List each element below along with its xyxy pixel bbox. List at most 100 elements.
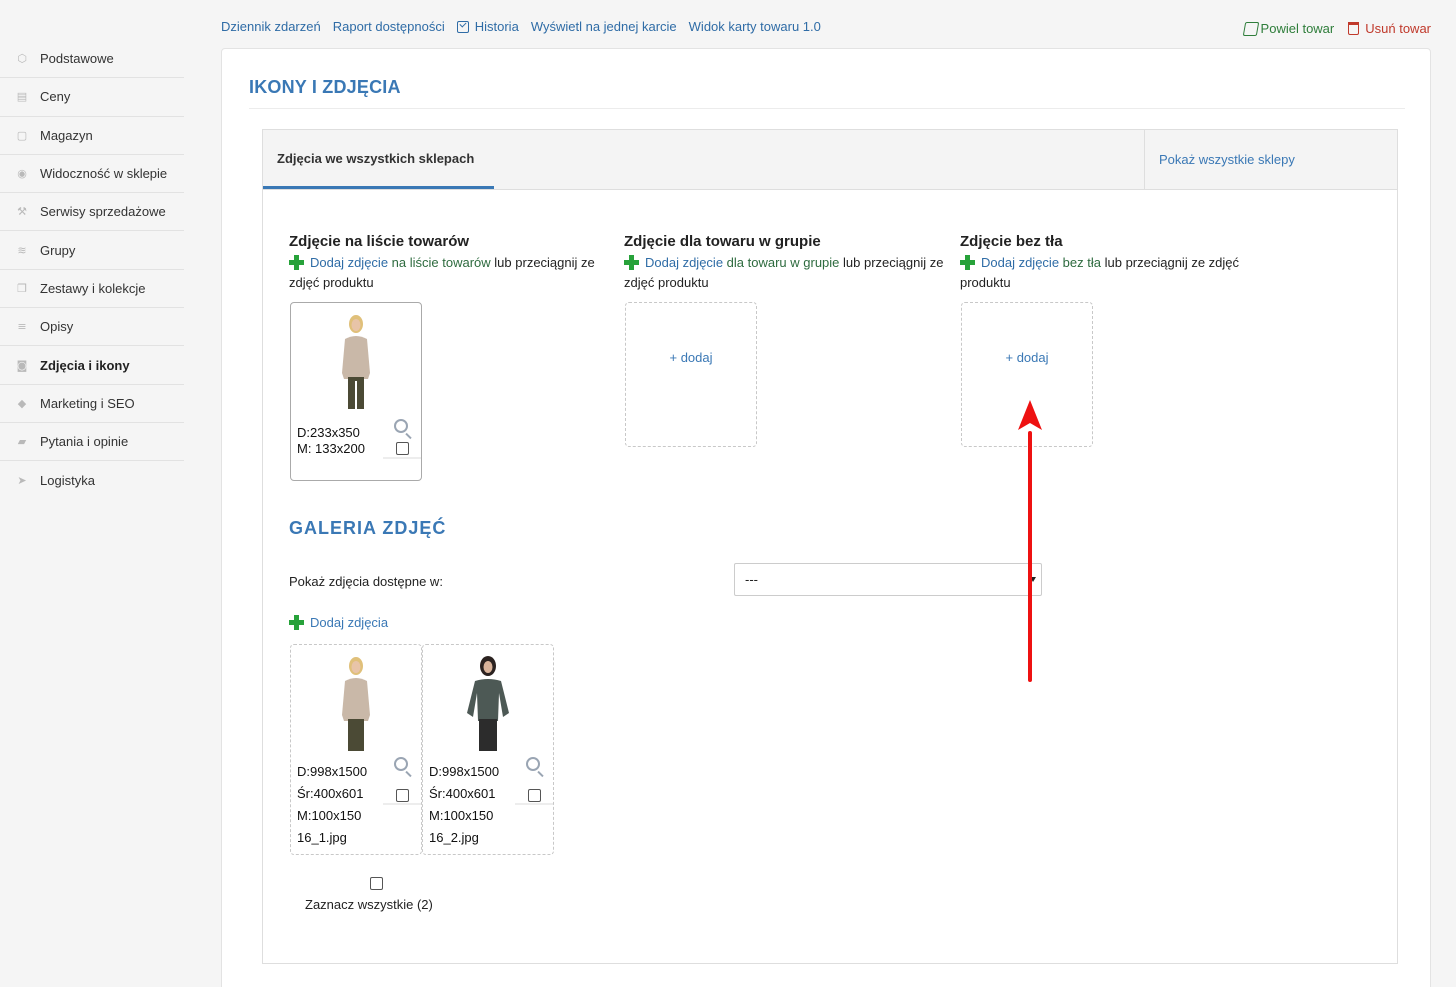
- gallery-dims-m: M:100x150: [429, 808, 494, 823]
- availability-report-link[interactable]: Raport dostępności: [333, 19, 445, 34]
- checkbox-underline: [383, 803, 421, 805]
- gallery-photo-1[interactable]: [336, 653, 376, 753]
- list-photo-column: Zdjęcie na liście towarów Dodaj zdjęcie …: [289, 233, 609, 293]
- add-photos-label: Dodaj zdjęcia: [310, 615, 389, 630]
- single-card-link[interactable]: Wyświetl na jednej karcie: [531, 19, 677, 34]
- trash-icon: [1348, 22, 1360, 35]
- duplicate-product-button[interactable]: Powiel towar: [1242, 21, 1335, 36]
- list-photo-title: Zdjęcie na liście towarów: [289, 233, 470, 250]
- zoom-icon[interactable]: [526, 757, 540, 771]
- copy-icon: [1242, 21, 1259, 36]
- list-photo-target: na liście towarów: [391, 255, 491, 270]
- eye-icon: ◉: [17, 167, 27, 181]
- sidebar-item-label: Opisy: [40, 319, 74, 335]
- sidebar-item-ceny[interactable]: ▤ Ceny: [0, 78, 184, 117]
- plus-icon: [624, 255, 639, 270]
- no-bg-photo-description: Dodaj zdjęcie bez tła lub przeciągnij ze…: [960, 253, 1280, 293]
- history-link[interactable]: Historia: [456, 19, 519, 34]
- sidebar-item-marketing[interactable]: ◆ Marketing i SEO: [0, 385, 184, 423]
- sidebar-item-pytania[interactable]: ▰ Pytania i opinie: [0, 423, 184, 462]
- sidebar-item-widocznosc[interactable]: ◉ Widoczność w sklepie: [0, 155, 184, 194]
- select-all-checkbox[interactable]: [370, 877, 383, 890]
- sidebar-item-label: Pytania i opinie: [40, 434, 129, 450]
- paper-plane-icon: ➤: [17, 473, 27, 487]
- product-photo-1[interactable]: [336, 311, 376, 411]
- checkbox-underline: [515, 803, 553, 805]
- edit-icon: [456, 20, 469, 33]
- sidebar-item-label: Logistyka: [40, 472, 95, 488]
- gallery-filename: 16_2.jpg: [429, 830, 479, 845]
- group-photo-column: Zdjęcie dla towaru w grupie Dodaj zdjęci…: [624, 233, 944, 293]
- zoom-icon[interactable]: [394, 757, 408, 771]
- gallery-item-checkbox[interactable]: [528, 789, 541, 802]
- copy-icon: ❐: [17, 281, 27, 295]
- gallery-dims-d: D:998x1500: [429, 764, 500, 779]
- add-list-photo-link[interactable]: Dodaj zdjęcie: [310, 255, 388, 270]
- gallery-item: D:998x1500 Śr:400x601 M:100x150 16_2.jpg: [422, 644, 554, 855]
- tab-all-shops[interactable]: Zdjęcia we wszystkich sklepach: [263, 130, 494, 189]
- gallery-item-checkbox[interactable]: [396, 789, 409, 802]
- add-no-bg-photo-button[interactable]: + dodaj: [1005, 350, 1048, 365]
- sidebar-item-label: Ceny: [40, 89, 71, 105]
- add-group-photo-link[interactable]: Dodaj zdjęcie: [645, 255, 723, 270]
- gallery-filename: 16_1.jpg: [297, 830, 347, 845]
- delete-label: Usuń towar: [1365, 21, 1431, 36]
- plus-icon: [960, 255, 975, 270]
- gallery-dims-sr: Śr:400x601: [429, 786, 496, 801]
- gavel-icon: ⚒: [17, 205, 27, 219]
- sidebar-item-grupy[interactable]: ≋ Grupy: [0, 231, 184, 270]
- gallery-dims-sr: Śr:400x601: [297, 786, 364, 801]
- shop-filter-label: Pokaż zdjęcia dostępne w:: [289, 574, 443, 589]
- sidebar-item-podstawowe[interactable]: ⬡ Podstawowe: [0, 40, 184, 79]
- main-panel: IKONY I ZDJĘCIA Zdjęcia we wszystkich sk…: [221, 48, 1431, 987]
- tag-icon: ◆: [17, 396, 27, 410]
- page-title: IKONY I ZDJĘCIA: [249, 77, 401, 97]
- group-photo-target: dla towaru w grupie: [726, 255, 840, 270]
- card-view-link[interactable]: Widok karty towaru 1.0: [689, 19, 821, 34]
- cube-icon: ⬡: [17, 52, 27, 66]
- shop-filter-select[interactable]: ---: [734, 563, 1042, 596]
- title-divider: [249, 108, 1405, 109]
- comments-icon: ▰: [17, 435, 27, 449]
- shop-filter-value: ---: [745, 572, 758, 587]
- add-no-bg-photo-link[interactable]: Dodaj zdjęcie: [981, 255, 1059, 270]
- layers-icon: ≋: [17, 243, 27, 257]
- sidebar-item-label: Podstawowe: [40, 51, 114, 67]
- sidebar-item-opisy[interactable]: ≡ Opisy: [0, 308, 184, 347]
- sidebar-item-zestawy[interactable]: ❐ Zestawy i kolekcje: [0, 270, 184, 309]
- gallery-title: GALERIA ZDJĘĆ: [289, 518, 447, 538]
- sidebar-item-label: Grupy: [40, 242, 76, 258]
- select-all-label: Zaznacz wszystkie (2): [305, 897, 433, 912]
- event-log-link[interactable]: Dziennik zdarzeń: [221, 19, 321, 34]
- sidebar-item-label: Serwisy sprzedażowe: [40, 204, 166, 220]
- sidebar-item-zdjecia[interactable]: ◙ Zdjęcia i ikony: [0, 346, 184, 385]
- list-photo-description: Dodaj zdjęcie na liście towarów lub prze…: [289, 253, 609, 293]
- sidebar-item-logistyka[interactable]: ➤ Logistyka: [0, 461, 184, 499]
- plus-icon: [289, 255, 304, 270]
- add-group-photo-button[interactable]: + dodaj: [669, 350, 712, 365]
- zoom-icon[interactable]: [394, 419, 408, 433]
- no-bg-photo-column: Zdjęcie bez tła Dodaj zdjęcie bez tła lu…: [960, 233, 1280, 293]
- gallery-item: D:998x1500 Śr:400x601 M:100x150 16_1.jpg: [290, 644, 422, 855]
- gallery-dims-d: D:998x1500: [297, 764, 368, 779]
- sweater-shape: [342, 678, 370, 721]
- duplicate-label: Powiel towar: [1260, 21, 1335, 36]
- gallery-photo-2[interactable]: [463, 653, 513, 753]
- sidebar-item-label: Marketing i SEO: [40, 395, 135, 411]
- sidebar-item-serwisy[interactable]: ⚒ Serwisy sprzedażowe: [0, 193, 184, 232]
- no-bg-photo-target: bez tła: [1062, 255, 1101, 270]
- list-photo-checkbox[interactable]: [396, 442, 409, 455]
- product-actions: Powiel towar Usuń towar: [1242, 21, 1431, 36]
- group-photo-dropzone[interactable]: + dodaj: [625, 302, 757, 447]
- delete-product-button[interactable]: Usuń towar: [1348, 21, 1431, 36]
- sidebar-item-magazyn[interactable]: ▢ Magazyn: [0, 117, 184, 155]
- plus-icon: [289, 615, 304, 630]
- box-icon: ▢: [16, 128, 28, 142]
- add-photos-link[interactable]: Dodaj zdjęcia: [289, 615, 388, 630]
- sidebar-item-label: Zdjęcia i ikony: [40, 357, 130, 373]
- photos-box: Zdjęcia we wszystkich sklepach Pokaż wsz…: [262, 129, 1398, 964]
- image-dims-d: D:233x350: [297, 425, 360, 440]
- camera-icon: ◙: [16, 358, 28, 372]
- show-all-shops-link[interactable]: Pokaż wszystkie sklepy: [1144, 130, 1397, 189]
- group-photo-title: Zdjęcie dla towaru w grupie: [624, 233, 821, 250]
